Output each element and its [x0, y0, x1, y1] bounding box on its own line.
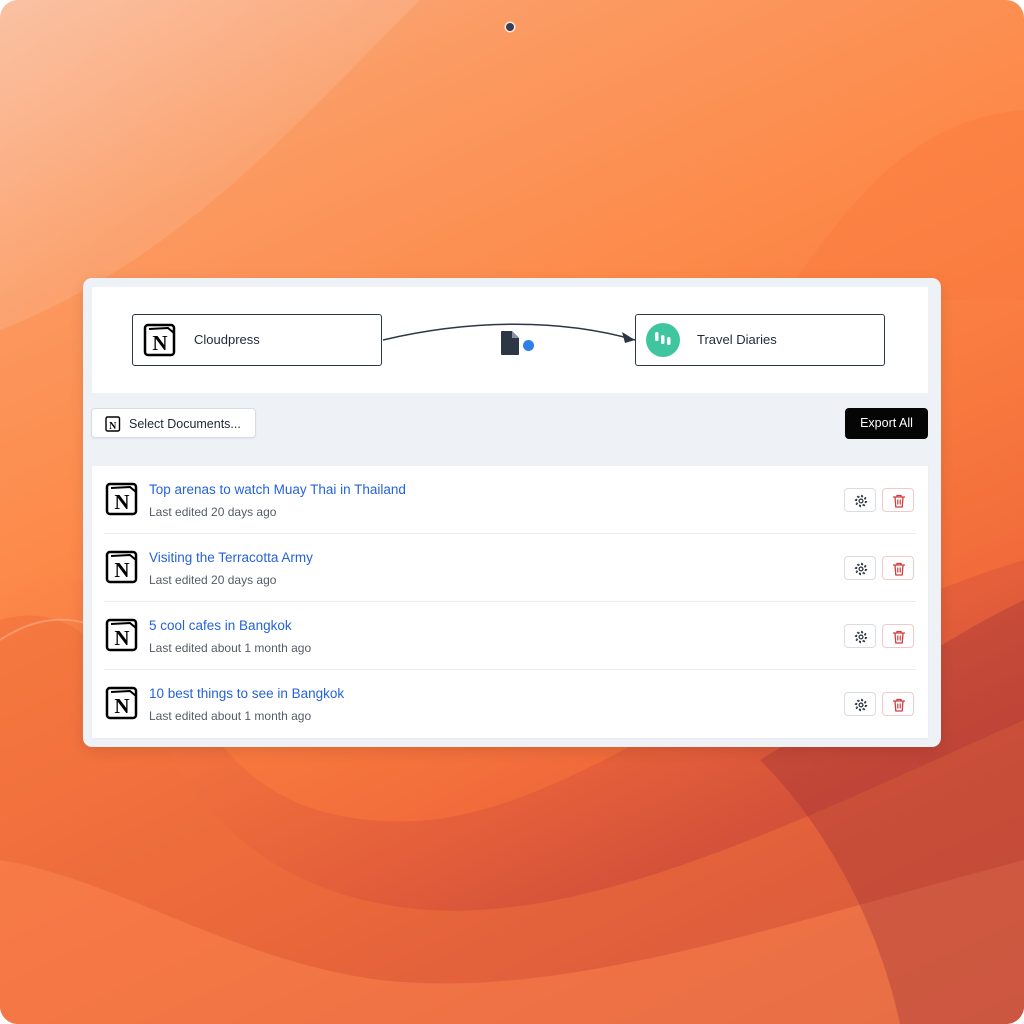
gear-icon — [854, 494, 868, 508]
trash-icon — [892, 494, 906, 508]
document-settings-button[interactable] — [844, 692, 876, 716]
document-delete-button[interactable] — [882, 624, 914, 648]
list-item: N 5 cool cafes in Bangkok Last edited ab… — [92, 602, 928, 670]
notion-icon: N — [105, 618, 138, 652]
svg-text:N: N — [109, 421, 117, 432]
svg-text:N: N — [114, 626, 129, 650]
document-icon — [501, 331, 519, 355]
ghost-icon — [646, 323, 680, 357]
desktop: N Cloudpress Travel Diaries N Select Doc… — [0, 0, 1024, 1024]
gear-icon — [854, 562, 868, 576]
document-settings-button[interactable] — [844, 556, 876, 580]
list-item: N Top arenas to watch Muay Thai in Thail… — [92, 466, 928, 534]
document-title-link[interactable]: 10 best things to see in Bangkok — [149, 686, 344, 701]
gear-icon — [854, 630, 868, 644]
select-documents-button[interactable]: N Select Documents... — [91, 408, 256, 438]
source-node[interactable]: N Cloudpress — [132, 314, 382, 366]
notion-icon: N — [105, 416, 121, 432]
document-settings-button[interactable] — [844, 624, 876, 648]
list-item: N Visiting the Terracotta Army Last edit… — [92, 534, 928, 602]
notion-icon: N — [105, 686, 138, 720]
document-last-edited: Last edited about 1 month ago — [149, 709, 312, 723]
sync-flow-panel: N Cloudpress Travel Diaries — [92, 287, 928, 393]
document-delete-button[interactable] — [882, 488, 914, 512]
svg-text:N: N — [114, 694, 129, 718]
destination-node[interactable]: Travel Diaries — [635, 314, 885, 366]
document-last-edited: Last edited 20 days ago — [149, 505, 277, 519]
select-documents-label: Select Documents... — [129, 417, 241, 431]
document-title-link[interactable]: Visiting the Terracotta Army — [149, 550, 313, 565]
trash-icon — [892, 562, 906, 576]
destination-node-label: Travel Diaries — [697, 332, 777, 347]
sync-status-dot — [523, 340, 534, 351]
document-delete-button[interactable] — [882, 692, 914, 716]
svg-text:N: N — [114, 490, 129, 514]
document-last-edited: Last edited about 1 month ago — [149, 641, 312, 655]
source-node-label: Cloudpress — [194, 332, 260, 347]
svg-text:N: N — [114, 558, 129, 582]
document-list: N Top arenas to watch Muay Thai in Thail… — [92, 466, 928, 738]
document-settings-button[interactable] — [844, 488, 876, 512]
camera-indicator — [506, 23, 514, 31]
trash-icon — [892, 698, 906, 712]
app-window: N Cloudpress Travel Diaries N Select Doc… — [83, 278, 941, 747]
svg-text:N: N — [152, 331, 167, 355]
export-all-button[interactable]: Export All — [845, 408, 928, 439]
document-title-link[interactable]: 5 cool cafes in Bangkok — [149, 618, 292, 633]
notion-icon: N — [143, 323, 176, 357]
gear-icon — [854, 698, 868, 712]
document-last-edited: Last edited 20 days ago — [149, 573, 277, 587]
document-delete-button[interactable] — [882, 556, 914, 580]
notion-icon: N — [105, 482, 138, 516]
notion-icon: N — [105, 550, 138, 584]
list-item: N 10 best things to see in Bangkok Last … — [92, 670, 928, 738]
trash-icon — [892, 630, 906, 644]
document-title-link[interactable]: Top arenas to watch Muay Thai in Thailan… — [149, 482, 406, 497]
